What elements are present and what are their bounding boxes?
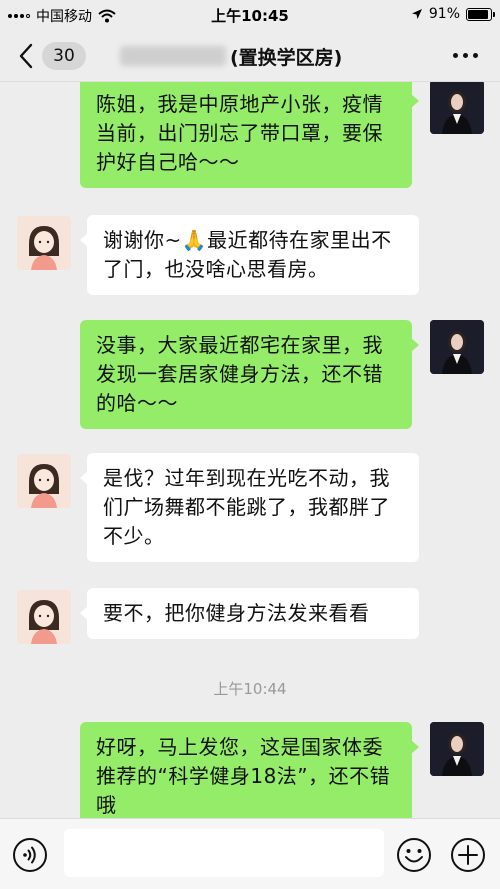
- customer-avatar[interactable]: [17, 590, 71, 644]
- unread-count-badge[interactable]: 30: [42, 42, 86, 70]
- location-icon: [411, 9, 422, 19]
- redacted-contact-name: [120, 46, 226, 66]
- message-bubble-outgoing[interactable]: 好呀，马上发您，这是国家体委推荐的“科学健身18法”，还不错哦: [80, 722, 419, 818]
- battery-icon: [466, 7, 495, 21]
- customer-avatar[interactable]: [17, 216, 71, 270]
- more-icon[interactable]: [453, 53, 478, 58]
- agent-avatar[interactable]: [430, 722, 484, 776]
- message-timestamp: 上午10:44: [213, 680, 287, 698]
- message-input[interactable]: [64, 829, 384, 877]
- message-list: 陈姐，我是中原地产小张，疫情当前，出门别忘了带口罩，要保护好自己哈～～ 谢谢你~…: [0, 82, 500, 818]
- status-right: 91%: [411, 6, 495, 22]
- agent-avatar[interactable]: [430, 320, 484, 374]
- back-chevron-icon[interactable]: [16, 42, 36, 70]
- customer-avatar[interactable]: [17, 454, 71, 508]
- message-bubble-outgoing[interactable]: 陈姐，我是中原地产小张，疫情当前，出门别忘了带口罩，要保护好自己哈～～: [80, 82, 419, 188]
- input-bar: [0, 818, 500, 889]
- message-bubble-outgoing[interactable]: 没事，大家最近都宅在家里，我发现一套居家健身方法，还不错的哈～～: [80, 320, 419, 429]
- battery-percent: 91%: [428, 6, 460, 22]
- chat-header: 30 (置换学区房): [0, 30, 500, 82]
- agent-avatar[interactable]: [430, 82, 484, 134]
- plus-icon[interactable]: [450, 837, 486, 873]
- voice-icon[interactable]: [12, 837, 48, 873]
- emoji-icon[interactable]: [396, 837, 432, 873]
- message-bubble-incoming[interactable]: 要不，把你健身方法发来看看: [80, 588, 419, 639]
- chat-title-group: (置换学区房): [120, 42, 342, 70]
- message-bubble-incoming[interactable]: 谢谢你~🙏最近都待在家里出不了门，也没啥心思看房。: [80, 215, 419, 295]
- chat-title: (置换学区房): [230, 46, 343, 69]
- status-bar: 中国移动 上午10:45 91%: [0, 0, 500, 30]
- message-bubble-incoming[interactable]: 是伐？过年到现在光吃不动，我们广场舞都不能跳了，我都胖了不少。: [80, 453, 419, 562]
- battery-level: [468, 9, 489, 19]
